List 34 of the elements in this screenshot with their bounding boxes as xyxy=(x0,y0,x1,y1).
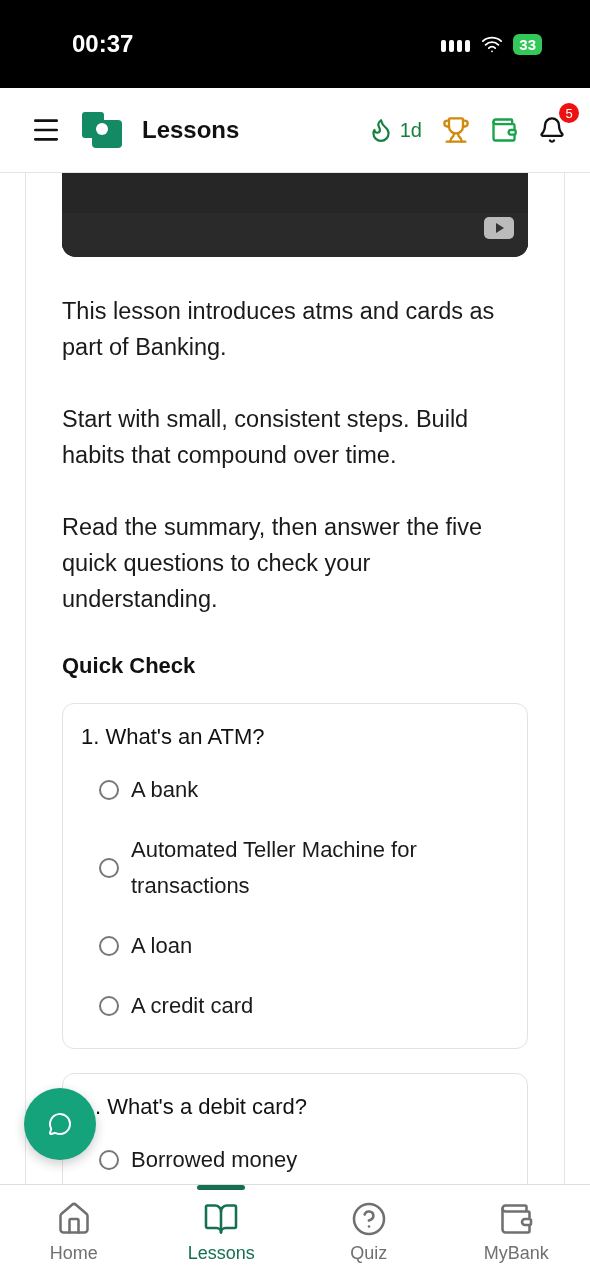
section-title: Quick Check xyxy=(62,653,197,679)
wallet-icon[interactable] xyxy=(490,116,518,144)
nav-tab[interactable]: Quiz xyxy=(295,1185,443,1280)
question-text: . What's a debit card? xyxy=(94,1094,309,1120)
page-title: Lessons xyxy=(142,116,241,144)
book-icon xyxy=(203,1201,240,1237)
answer-option[interactable]: Borrowed money xyxy=(99,1130,509,1184)
radio-button[interactable] xyxy=(99,1150,119,1170)
chat-button[interactable] xyxy=(24,1088,96,1160)
radio-button[interactable] xyxy=(99,780,119,800)
battery-level: 33 xyxy=(513,33,542,55)
streak-indicator[interactable]: 1d xyxy=(367,117,422,143)
wallet-icon xyxy=(498,1201,535,1237)
question-text: 1. What's an ATM? xyxy=(81,724,266,750)
nav-tab[interactable]: MyBank xyxy=(442,1185,590,1280)
chat-bubble-icon xyxy=(48,1112,72,1136)
logo-icon xyxy=(82,112,122,148)
answer-option[interactable]: A loan xyxy=(99,916,509,976)
trophy-icon[interactable] xyxy=(442,116,470,144)
nav-tab[interactable]: Home xyxy=(0,1185,148,1280)
radio-button[interactable] xyxy=(99,858,119,878)
notification-badge: 5 xyxy=(559,103,579,123)
radio-button[interactable] xyxy=(99,996,119,1016)
status-time: 00:37 xyxy=(72,30,134,58)
nav-tab[interactable]: Lessons xyxy=(147,1185,295,1280)
lesson-paragraph: Start with small, consistent steps. Build habits that compound over time. xyxy=(62,405,470,470)
lesson-paragraph: Read the summary, then answer the five quick questions to check your understanding. xyxy=(62,513,484,614)
lesson-paragraph: This lesson introduces atms and cards as part of Banking. xyxy=(62,297,496,362)
radio-button[interactable] xyxy=(99,936,119,956)
answer-option[interactable]: A credit card xyxy=(99,976,509,1036)
help-icon xyxy=(350,1201,387,1237)
answer-option[interactable]: A bank xyxy=(99,760,509,820)
notification-icon[interactable] xyxy=(538,116,566,144)
answer-option[interactable]: Automated Teller Machine for transactions xyxy=(99,820,509,916)
